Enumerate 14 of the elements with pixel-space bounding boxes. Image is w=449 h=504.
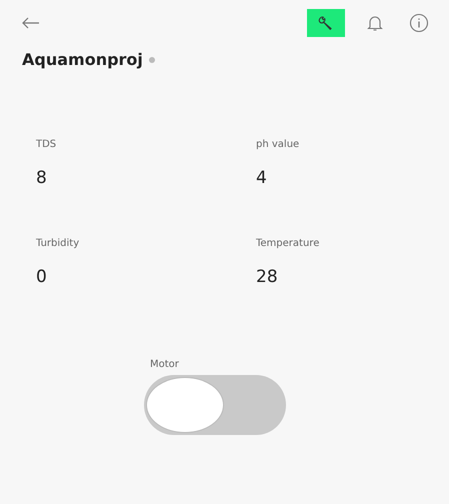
metric-label: Temperature bbox=[256, 238, 320, 249]
metric-label: TDS bbox=[36, 139, 58, 150]
metric-value: 4 bbox=[256, 168, 268, 188]
metric-value: 8 bbox=[36, 168, 48, 188]
settings-button[interactable] bbox=[307, 9, 345, 37]
info-icon bbox=[409, 13, 429, 33]
metric-value: 28 bbox=[256, 267, 279, 287]
switch-label: Motor bbox=[150, 359, 179, 370]
metric-value: 0 bbox=[36, 267, 48, 287]
back-arrow-icon bbox=[22, 17, 40, 29]
metric-label: ph value bbox=[256, 139, 300, 150]
bell-icon bbox=[367, 14, 383, 32]
device-title: Aquamonproj bbox=[22, 50, 143, 69]
metric-label: Turbidity bbox=[36, 238, 80, 249]
